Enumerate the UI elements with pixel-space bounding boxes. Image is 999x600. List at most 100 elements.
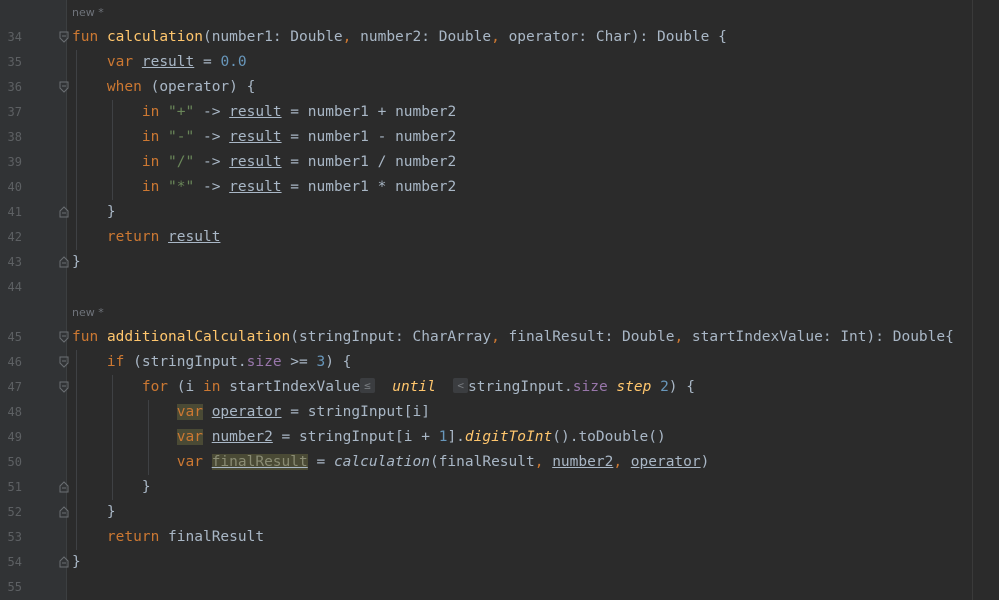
variable[interactable]: number2	[212, 429, 273, 445]
fold-end-icon[interactable]	[59, 256, 69, 268]
keyword: in	[141, 104, 160, 120]
code-line[interactable]: 39 in "/" -> result = number1 / number2	[0, 150, 999, 175]
code-vision-hint[interactable]: new *	[72, 306, 104, 320]
fold-icon[interactable]	[59, 356, 69, 368]
keyword: if	[106, 354, 125, 370]
code-line[interactable]: 35 var result = 0.0	[0, 50, 999, 75]
keyword: fun	[72, 329, 99, 345]
line-number: 53	[7, 530, 22, 544]
property[interactable]: size	[247, 354, 282, 370]
code-line[interactable]: 41 }	[0, 200, 999, 225]
variable[interactable]: stringInput	[468, 379, 564, 395]
inlay-hint: ≤	[360, 378, 375, 393]
type-name[interactable]: Int	[840, 329, 866, 345]
fold-icon[interactable]	[59, 381, 69, 393]
code-line[interactable]: 46 if (stringInput.size >= 3) {	[0, 350, 999, 375]
fold-end-icon[interactable]	[59, 556, 69, 568]
fold-end-icon[interactable]	[59, 481, 69, 493]
code-line[interactable]: 42 return result	[0, 225, 999, 250]
code-line[interactable]: 52 }	[0, 500, 999, 525]
code-line[interactable]: 50 var finalResult = calculation(finalRe…	[0, 450, 999, 475]
code-line[interactable]: 55	[0, 575, 999, 600]
code-line[interactable]: 48 var operator = stringInput[i]	[0, 400, 999, 425]
variable[interactable]: i	[413, 404, 422, 420]
code-line[interactable]: 36 when (operator) {	[0, 75, 999, 100]
variable[interactable]: number2	[395, 104, 456, 120]
function-call[interactable]: step	[616, 379, 651, 395]
line-number: 48	[7, 405, 22, 419]
variable[interactable]: result	[142, 54, 194, 70]
type-name[interactable]: Double	[439, 29, 491, 45]
variable[interactable]: finalResult	[211, 454, 308, 470]
fold-end-icon[interactable]	[59, 206, 69, 218]
variable[interactable]: stringInput	[308, 404, 404, 420]
type-name[interactable]: Double	[290, 29, 342, 45]
variable[interactable]: result	[229, 104, 281, 120]
keyword: return	[106, 229, 160, 245]
keyword: var	[176, 404, 203, 420]
fold-end-icon[interactable]	[59, 506, 69, 518]
code-vision-hint[interactable]: new *	[72, 6, 104, 20]
code-line[interactable]: 44	[0, 275, 999, 300]
code-editor[interactable]: new * 34 fun calculation(number1: Double…	[0, 0, 999, 600]
variable[interactable]: stringInput	[299, 429, 395, 445]
variable[interactable]: finalResult	[168, 529, 264, 545]
code-area[interactable]: new * 34 fun calculation(number1: Double…	[0, 0, 999, 600]
variable[interactable]: i	[186, 379, 195, 395]
fold-icon[interactable]	[59, 81, 69, 93]
function-call[interactable]: toDouble	[578, 429, 648, 445]
variable[interactable]: number1	[308, 104, 369, 120]
code-line[interactable]: 43 }	[0, 250, 999, 275]
code-line[interactable]: 40 in "*" -> result = number1 * number2	[0, 175, 999, 200]
function-call[interactable]: digitToInt	[465, 429, 552, 445]
line-number: 44	[7, 280, 22, 294]
property[interactable]: size	[573, 379, 608, 395]
code-line[interactable]: 49 var number2 = stringInput[i + 1].digi…	[0, 425, 999, 450]
variable[interactable]: i	[404, 429, 413, 445]
variable[interactable]: number2	[395, 129, 456, 145]
variable[interactable]: number2	[395, 154, 456, 170]
variable[interactable]: result	[229, 129, 281, 145]
type-name[interactable]: CharArray	[413, 329, 492, 345]
variable[interactable]: finalResult	[439, 454, 535, 470]
variable[interactable]: result	[229, 154, 281, 170]
line-number: 41	[7, 205, 22, 219]
string-literal: "+"	[168, 104, 195, 120]
line-number: 40	[7, 180, 22, 194]
type-name[interactable]: Char	[596, 29, 631, 45]
variable[interactable]: result	[168, 229, 220, 245]
variable[interactable]: number1	[308, 129, 369, 145]
inlay-hint: <	[453, 378, 468, 393]
variable[interactable]: number2	[552, 454, 613, 470]
variable[interactable]: operator	[631, 454, 701, 470]
code-line[interactable]: 54 }	[0, 550, 999, 575]
code-line[interactable]: 45 fun additionalCalculation(stringInput…	[0, 325, 999, 350]
line-number: 49	[7, 430, 22, 444]
variable[interactable]: number1	[308, 179, 369, 195]
function-name[interactable]: additionalCalculation	[107, 329, 290, 345]
code-line[interactable]: 37 in "+" -> result = number1 + number2	[0, 100, 999, 125]
variable[interactable]: stringInput	[142, 354, 238, 370]
type-name[interactable]: Double	[893, 329, 945, 345]
fold-icon[interactable]	[59, 31, 69, 43]
number-literal: 0.0	[220, 54, 247, 70]
code-line[interactable]: 47 for (i in startIndexValue ≤ until < str…	[0, 375, 999, 400]
code-line[interactable]: 53 return finalResult	[0, 525, 999, 550]
code-line[interactable]: 38 in "-" -> result = number1 - number2	[0, 125, 999, 150]
code-line[interactable]: 34 fun calculation(number1: Double, numb…	[0, 25, 999, 50]
keyword: var	[106, 54, 134, 70]
code-line[interactable]: 51 }	[0, 475, 999, 500]
type-name[interactable]: Double	[657, 29, 709, 45]
variable[interactable]: startIndexValue	[229, 379, 360, 395]
fold-icon[interactable]	[59, 331, 69, 343]
variable[interactable]: operator	[212, 404, 282, 420]
variable[interactable]: operator	[159, 79, 229, 95]
keyword: in	[141, 154, 160, 170]
function-call[interactable]: until	[392, 379, 436, 395]
variable[interactable]: result	[229, 179, 281, 195]
function-name[interactable]: calculation	[107, 29, 203, 45]
variable[interactable]: number2	[395, 179, 456, 195]
variable[interactable]: number1	[308, 154, 369, 170]
type-name[interactable]: Double	[622, 329, 674, 345]
function-call[interactable]: calculation	[334, 454, 430, 470]
